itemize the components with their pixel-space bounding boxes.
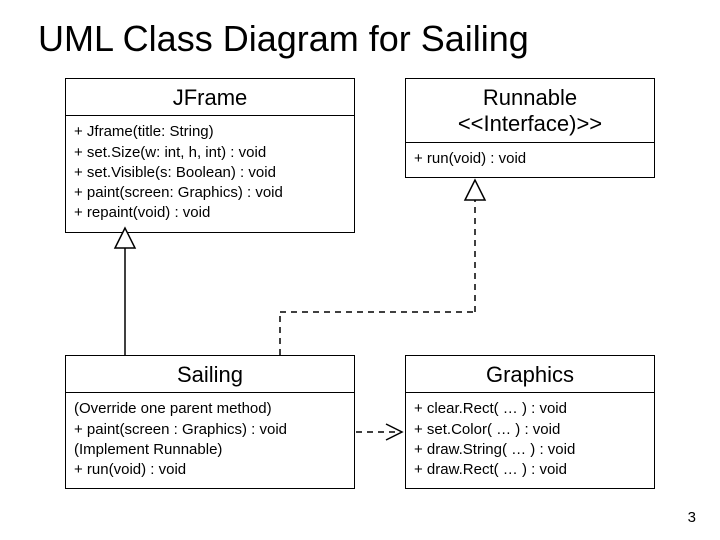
uml-class-runnable: Runnable <<Interface)>> + run(void) : vo…	[405, 78, 655, 178]
uml-class-body: + clear.Rect( … ) : void + set.Color( … …	[406, 393, 654, 488]
page-number: 3	[688, 509, 696, 526]
uml-class-name: Runnable <<Interface)>>	[406, 79, 654, 143]
uml-class-name: JFrame	[66, 79, 354, 116]
uml-member: + paint(screen : Graphics) : void	[74, 420, 346, 440]
uml-member: + Jframe(title: String)	[74, 122, 346, 142]
uml-member: + draw.String( … ) : void	[414, 440, 646, 460]
uml-member: + run(void) : void	[414, 149, 646, 169]
generalization-sailing-jframe	[115, 228, 135, 355]
uml-class-sailing: Sailing (Override one parent method) + p…	[65, 355, 355, 489]
page-title: UML Class Diagram for Sailing	[38, 18, 529, 60]
uml-member: + clear.Rect( … ) : void	[414, 399, 646, 419]
uml-member: (Override one parent method)	[74, 399, 346, 419]
uml-class-name: Graphics	[406, 356, 654, 393]
dependency-sailing-graphics	[356, 424, 402, 440]
uml-member: + draw.Rect( … ) : void	[414, 460, 646, 480]
uml-member: + set.Visible(s: Boolean) : void	[74, 163, 346, 183]
uml-class-body: (Override one parent method) + paint(scr…	[66, 393, 354, 488]
uml-member: + paint(screen: Graphics) : void	[74, 183, 346, 203]
uml-member: + repaint(void) : void	[74, 203, 346, 223]
uml-member: + set.Color( … ) : void	[414, 420, 646, 440]
uml-member: (Implement Runnable)	[74, 440, 346, 460]
uml-member: + set.Size(w: int, h, int) : void	[74, 143, 346, 163]
uml-class-jframe: JFrame + Jframe(title: String) + set.Siz…	[65, 78, 355, 233]
uml-class-body: + run(void) : void	[406, 143, 654, 177]
uml-class-stereotype: <<Interface)>>	[458, 111, 602, 136]
uml-class-body: + Jframe(title: String) + set.Size(w: in…	[66, 116, 354, 231]
uml-class-name-line: Runnable	[483, 85, 577, 110]
uml-member: + run(void) : void	[74, 460, 346, 480]
uml-class-graphics: Graphics + clear.Rect( … ) : void + set.…	[405, 355, 655, 489]
uml-class-name: Sailing	[66, 356, 354, 393]
